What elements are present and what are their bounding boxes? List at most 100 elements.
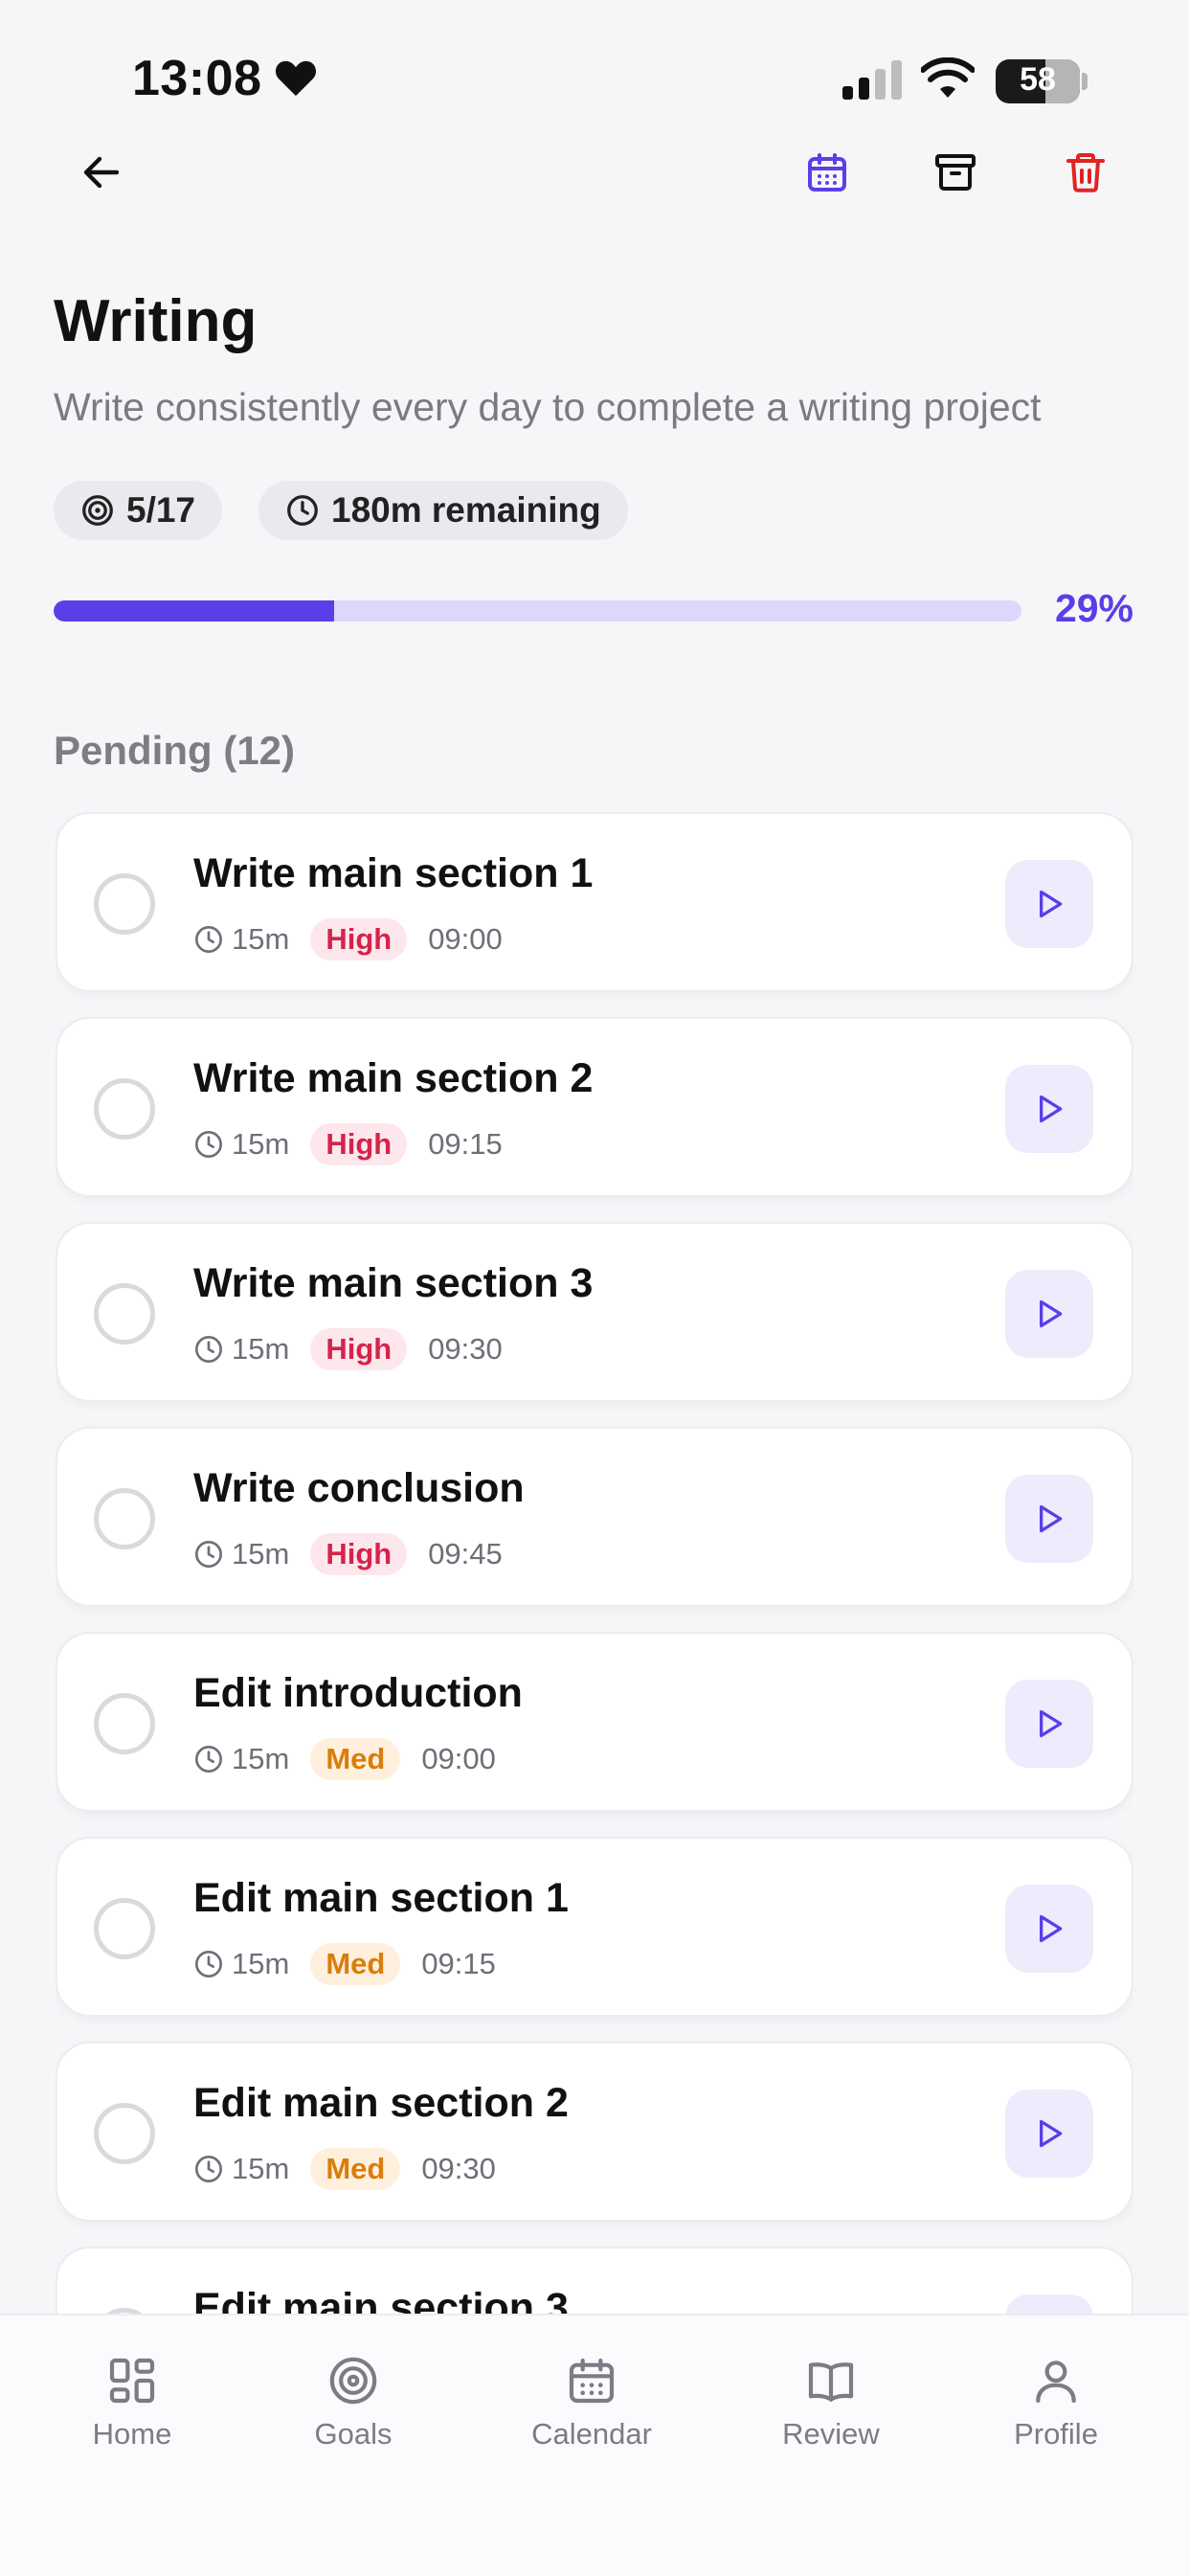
time-remaining: 180m remaining bbox=[331, 490, 601, 530]
task-meta: 15m High 09:30 bbox=[193, 1327, 503, 1371]
battery-cap bbox=[1082, 73, 1088, 90]
battery-level: 58 bbox=[1020, 61, 1056, 98]
tasks-count-chip: 5/17 bbox=[54, 481, 223, 540]
task-card[interactable]: Write main section 1 15m High 09:00 bbox=[56, 812, 1133, 992]
task-time: 09:00 bbox=[428, 922, 503, 956]
play-icon bbox=[1040, 1709, 1063, 1738]
arrow-left-icon bbox=[83, 156, 120, 189]
task-duration: 15m bbox=[232, 1332, 290, 1366]
task-meta: 15m High 09:00 bbox=[193, 917, 503, 961]
status-time: 13:08 bbox=[132, 51, 262, 106]
clock-icon bbox=[287, 495, 318, 526]
task-meta: 15m High 09:45 bbox=[193, 1532, 503, 1576]
task-checkbox[interactable] bbox=[94, 2103, 155, 2164]
progress-bar bbox=[54, 600, 1021, 621]
start-task-button[interactable] bbox=[1005, 1270, 1093, 1358]
start-task-button[interactable] bbox=[1005, 1065, 1093, 1153]
task-time: 09:30 bbox=[421, 2152, 496, 2185]
task-checkbox[interactable] bbox=[94, 1488, 155, 1549]
tab-profile[interactable]: Profile bbox=[970, 2354, 1142, 2452]
task-checkbox[interactable] bbox=[94, 873, 155, 935]
goal-title: Writing bbox=[54, 288, 258, 354]
task-card[interactable]: Edit main section 2 15m Med 09:30 bbox=[56, 2042, 1133, 2222]
wifi-icon bbox=[921, 57, 975, 98]
priority-badge: Med bbox=[310, 2148, 401, 2190]
play-icon bbox=[1040, 1299, 1063, 1328]
play-icon bbox=[1040, 2119, 1063, 2148]
start-task-button[interactable] bbox=[1005, 1680, 1093, 1768]
back-button[interactable] bbox=[63, 134, 140, 211]
task-meta: 15m Med 09:00 bbox=[193, 1737, 496, 1781]
trash-icon bbox=[1066, 153, 1105, 192]
task-duration: 15m bbox=[232, 2152, 290, 2185]
play-icon bbox=[1040, 1914, 1063, 1943]
calendar-icon bbox=[569, 2358, 615, 2404]
schedule-button[interactable] bbox=[789, 134, 865, 211]
task-name: Edit introduction bbox=[193, 1670, 523, 1716]
task-name: Write conclusion bbox=[193, 1465, 525, 1511]
pending-header: Pending (12) bbox=[54, 728, 296, 773]
start-task-button[interactable] bbox=[1005, 2090, 1093, 2178]
tab-label: Calendar bbox=[531, 2417, 652, 2451]
task-time: 09:15 bbox=[428, 1127, 503, 1161]
task-checkbox[interactable] bbox=[94, 1898, 155, 1959]
task-name: Edit main section 3 bbox=[193, 2285, 569, 2314]
play-icon bbox=[1040, 1095, 1063, 1123]
tab-home[interactable]: Home bbox=[46, 2354, 218, 2452]
clock-icon bbox=[195, 1746, 222, 1773]
target-icon bbox=[329, 2357, 377, 2405]
tab-label: Home bbox=[92, 2417, 172, 2451]
task-list: Write main section 1 15m High 09:00 Write ma… bbox=[56, 812, 1133, 2314]
task-card[interactable]: Write conclusion 15m High 09:45 bbox=[56, 1427, 1133, 1607]
tab-label: Profile bbox=[1014, 2417, 1098, 2451]
task-meta: 15m High 09:15 bbox=[193, 1122, 503, 1166]
task-checkbox[interactable] bbox=[94, 1283, 155, 1344]
priority-badge: High bbox=[310, 1123, 408, 1165]
tab-calendar[interactable]: Calendar bbox=[505, 2354, 678, 2452]
tab-goals[interactable]: Goals bbox=[267, 2354, 439, 2452]
play-icon bbox=[1040, 890, 1063, 918]
task-time: 09:15 bbox=[421, 1947, 496, 1980]
user-icon bbox=[1036, 2361, 1076, 2404]
priority-badge: Med bbox=[310, 1738, 401, 1780]
progress-percent: 29% bbox=[1054, 586, 1133, 630]
time-remaining-chip: 180m remaining bbox=[258, 481, 628, 540]
tab-label: Goals bbox=[314, 2417, 393, 2451]
task-duration: 15m bbox=[232, 1947, 290, 1980]
start-task-button[interactable] bbox=[1005, 860, 1093, 948]
delete-button[interactable] bbox=[1047, 134, 1124, 211]
task-card[interactable]: Edit main section 3 bbox=[56, 2247, 1133, 2314]
bottom-tab-bar: Home Goals Calendar Review Profile bbox=[0, 2314, 1189, 2576]
task-duration: 15m bbox=[232, 1742, 290, 1775]
task-checkbox[interactable] bbox=[94, 1078, 155, 1140]
task-card[interactable]: Edit main section 1 15m Med 09:15 bbox=[56, 1837, 1133, 2017]
play-icon bbox=[1040, 1504, 1063, 1533]
task-name: Edit main section 1 bbox=[193, 1875, 569, 1921]
task-meta: 15m Med 09:30 bbox=[193, 2147, 496, 2191]
tasks-count: 5/17 bbox=[126, 490, 196, 530]
task-card[interactable]: Write main section 3 15m High 09:30 bbox=[56, 1222, 1133, 1402]
task-duration: 15m bbox=[232, 1127, 290, 1161]
priority-badge: High bbox=[310, 1328, 408, 1370]
goal-description: Write consistently every day to complete… bbox=[54, 385, 1042, 429]
start-task-button[interactable] bbox=[1005, 1475, 1093, 1563]
book-icon bbox=[808, 2362, 854, 2402]
archive-button[interactable] bbox=[917, 134, 994, 211]
priority-badge: High bbox=[310, 918, 408, 960]
task-time: 09:45 bbox=[428, 1537, 503, 1570]
tab-review[interactable]: Review bbox=[745, 2354, 917, 2452]
heart-icon bbox=[275, 60, 317, 97]
start-task-button[interactable] bbox=[1005, 2294, 1093, 2314]
task-checkbox[interactable] bbox=[94, 1693, 155, 1754]
task-duration: 15m bbox=[232, 1537, 290, 1570]
clock-icon bbox=[195, 1951, 222, 1977]
start-task-button[interactable] bbox=[1005, 1885, 1093, 1973]
task-duration: 15m bbox=[232, 922, 290, 956]
task-meta: 15m Med 09:15 bbox=[193, 1942, 496, 1986]
tab-label: Review bbox=[782, 2417, 880, 2451]
battery-icon: 58 bbox=[996, 59, 1080, 103]
task-card[interactable]: Write main section 2 15m High 09:15 bbox=[56, 1017, 1133, 1197]
task-card[interactable]: Edit introduction 15m Med 09:00 bbox=[56, 1632, 1133, 1812]
task-time: 09:00 bbox=[421, 1742, 496, 1775]
target-icon bbox=[82, 495, 113, 526]
